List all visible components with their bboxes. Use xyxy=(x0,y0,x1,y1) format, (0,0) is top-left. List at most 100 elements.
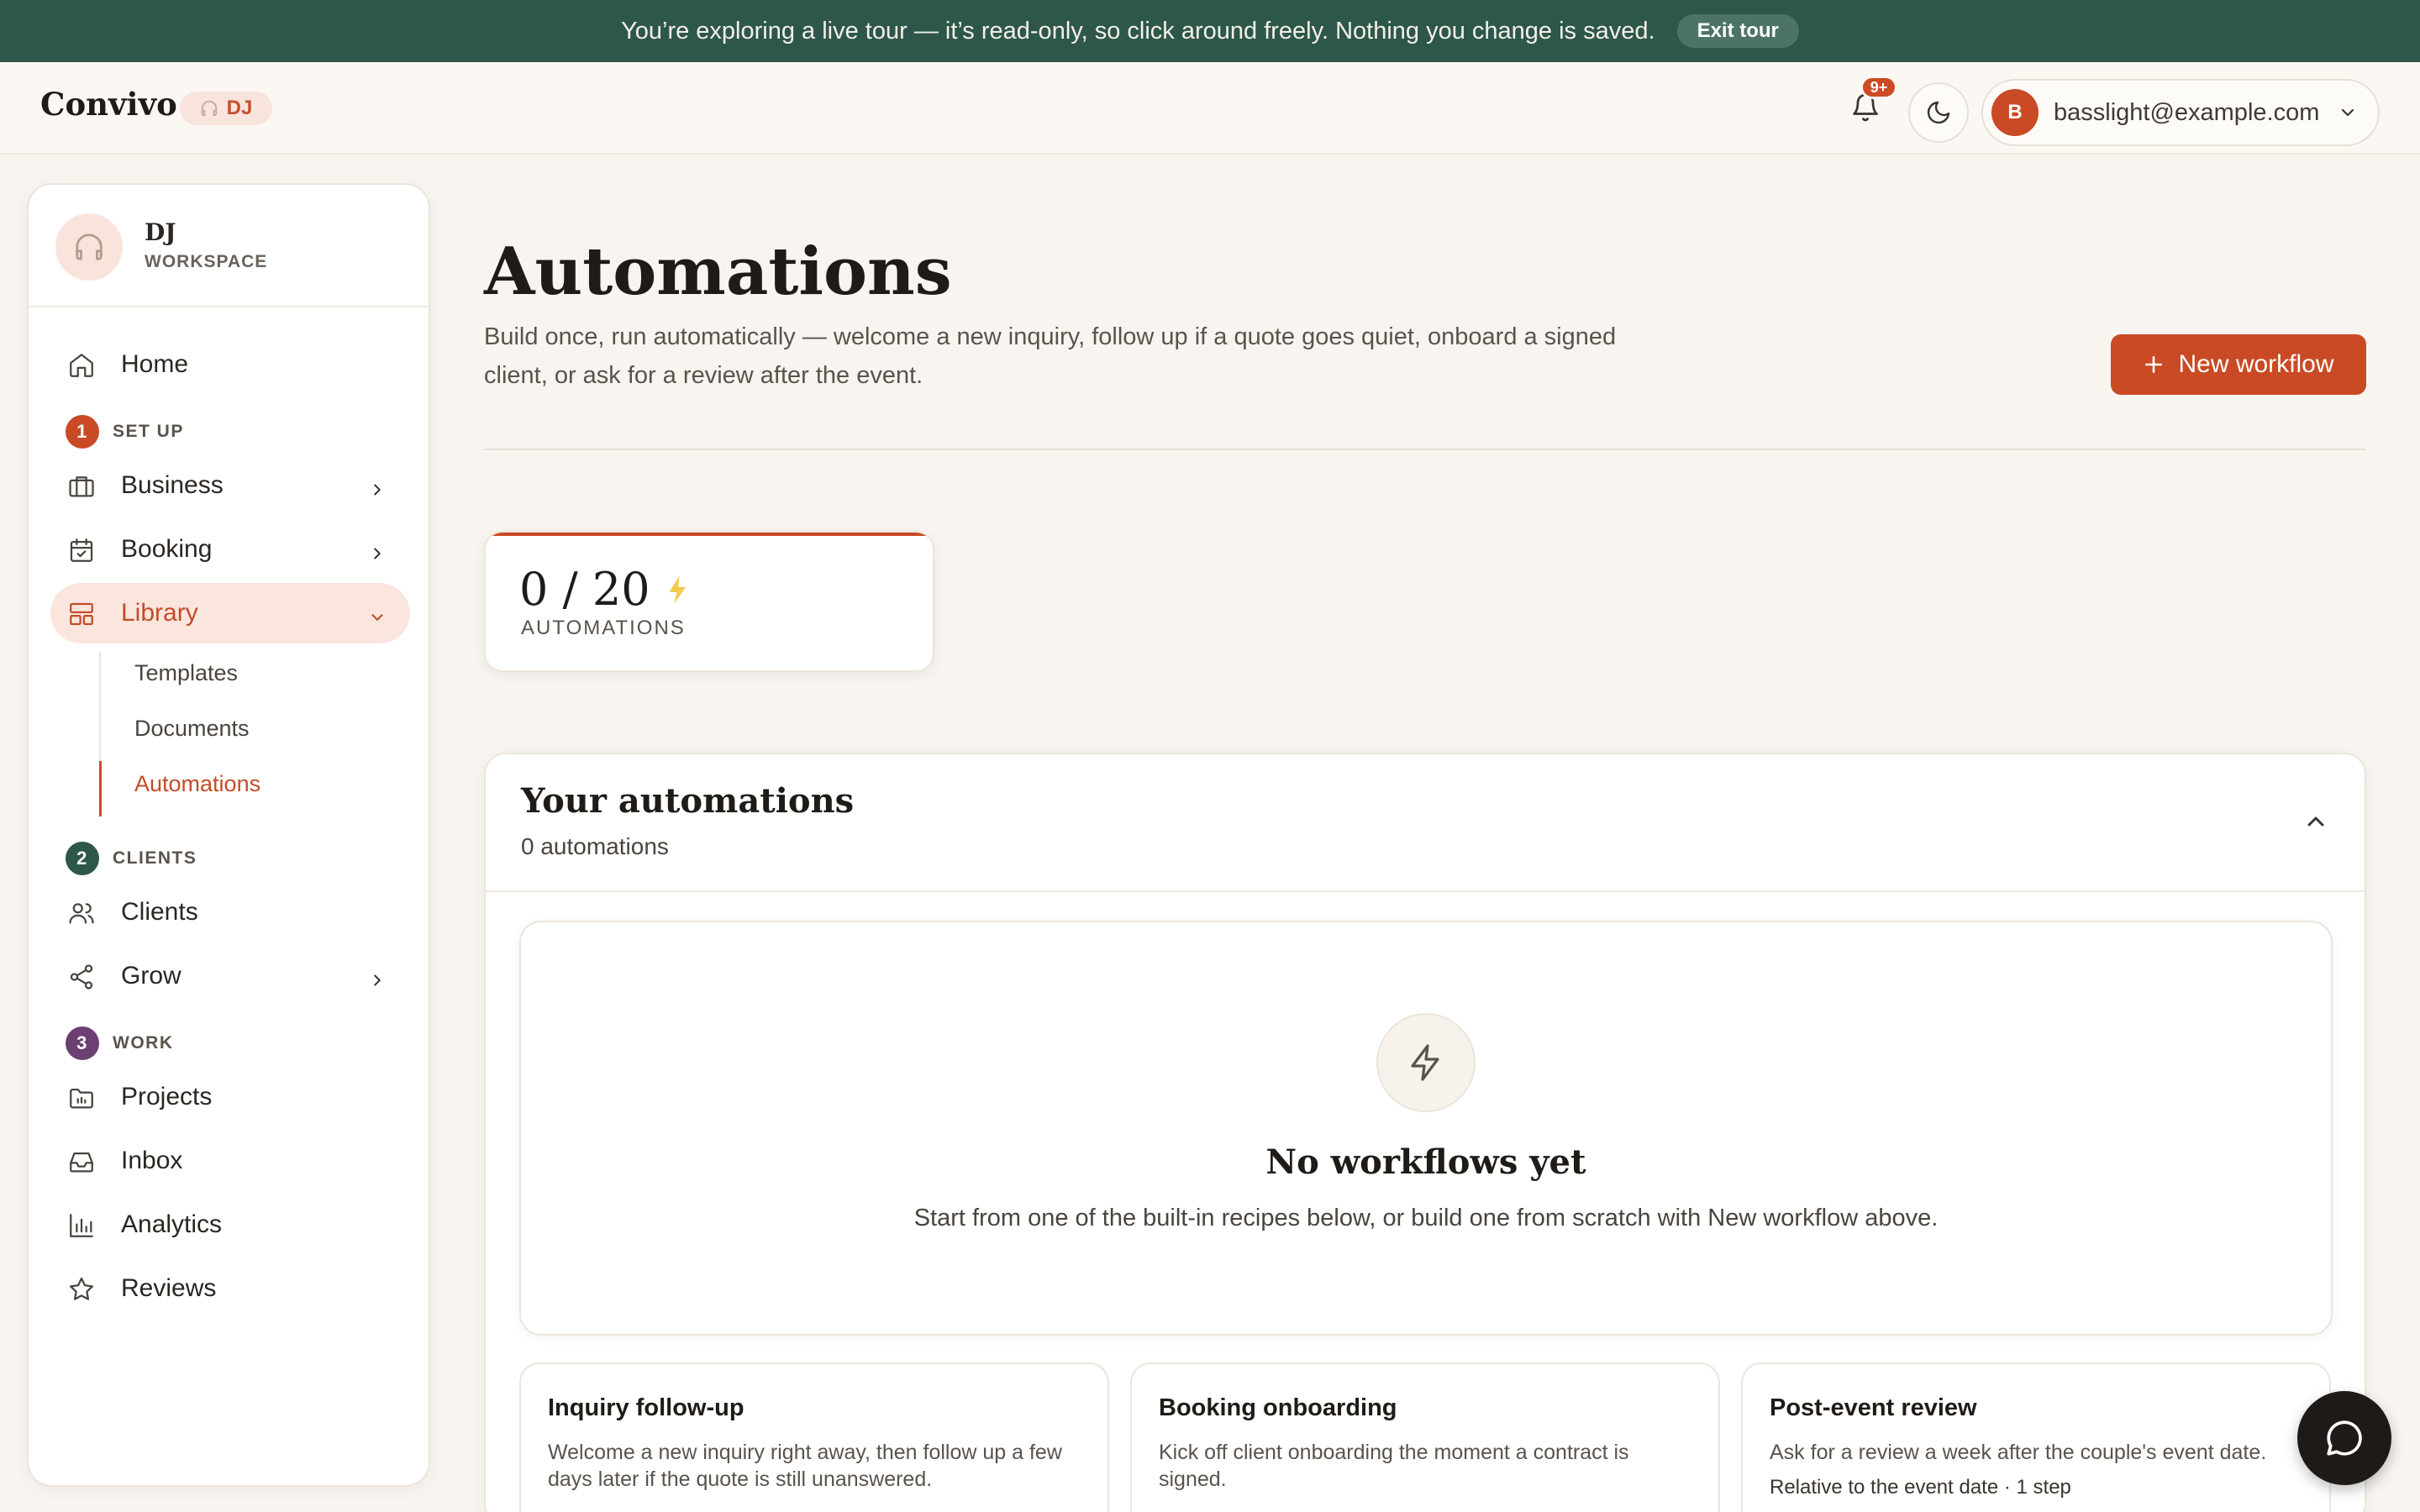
workspace-subtitle: WORKSPACE xyxy=(145,252,268,271)
account-menu[interactable]: B basslight@example.com xyxy=(1981,79,2380,146)
sidebar: DJ WORKSPACE Home 1 SET UP Business Book… xyxy=(27,183,430,1487)
sidebar-item-label: Clients xyxy=(121,898,198,926)
sidebar-item-projects[interactable]: Projects xyxy=(50,1067,410,1127)
sidebar-item-label: Analytics xyxy=(121,1210,223,1238)
workspace-chip[interactable]: DJ xyxy=(180,92,272,125)
headphones-icon xyxy=(201,100,217,117)
empty-state-title: No workflows yet xyxy=(1265,1142,1586,1182)
page-description: Build once, run automatically — welcome … xyxy=(484,323,1617,389)
recipe-title: Inquiry follow-up xyxy=(548,1394,744,1421)
moon-icon xyxy=(1927,101,1950,124)
collapse-button[interactable] xyxy=(2302,808,2329,835)
recipe-card[interactable]: Post-event review Ask for a review a wee… xyxy=(1741,1362,2331,1512)
recipe-card[interactable]: Inquiry follow-up Welcome a new inquiry … xyxy=(519,1362,1109,1512)
recipe-description: Kick off client onboarding the moment a … xyxy=(1159,1441,1629,1491)
chevron-right-icon xyxy=(368,968,387,986)
sidebar-item-analytics[interactable]: Analytics xyxy=(50,1194,410,1255)
sidebar-item-inbox[interactable]: Inbox xyxy=(50,1131,410,1191)
exit-tour-button[interactable]: Exit tour xyxy=(1676,14,1799,48)
recipe-card[interactable]: Booking onboarding Kick off client onboa… xyxy=(1130,1362,1720,1512)
inbox-icon xyxy=(67,1147,96,1176)
bar-chart-icon xyxy=(67,1211,96,1240)
submenu-active-indicator xyxy=(99,761,102,816)
section-work: 3 WORK xyxy=(66,1026,174,1060)
chevron-down-icon xyxy=(368,605,387,623)
new-workflow-label: New workflow xyxy=(2178,350,2334,378)
new-workflow-button[interactable]: New workflow xyxy=(2111,334,2366,395)
section-label: SET UP xyxy=(113,422,184,441)
recipe-title: Post-event review xyxy=(1770,1394,1977,1421)
workspace-chip-label: DJ xyxy=(226,97,253,119)
chevron-up-icon xyxy=(2307,816,2324,827)
sidebar-item-label: Projects xyxy=(121,1083,213,1110)
calendar-check-icon xyxy=(67,536,96,564)
recipe-description: Ask for a review a week after the couple… xyxy=(1770,1441,2267,1464)
theme-toggle-button[interactable] xyxy=(1908,82,1969,143)
layout-icon xyxy=(67,600,96,628)
sidebar-item-label: Grow xyxy=(121,962,182,990)
sidebar-item-clients[interactable]: Clients xyxy=(50,882,410,942)
chevron-right-icon xyxy=(368,477,387,496)
sidebar-item-booking[interactable]: Booking xyxy=(50,519,410,580)
headphones-icon xyxy=(76,234,103,260)
tour-banner: You’re exploring a live tour — it’s read… xyxy=(0,0,2420,62)
lightning-icon xyxy=(669,575,686,603)
section-clients: 2 CLIENTS xyxy=(66,842,197,875)
sidebar-item-label: Inbox xyxy=(121,1147,183,1174)
step-badge: 3 xyxy=(66,1026,99,1060)
chat-bubble-icon xyxy=(2327,1420,2362,1456)
notification-badge: 9+ xyxy=(1860,76,1897,99)
automation-quota-card: 0 / 20 AUTOMATIONS xyxy=(484,531,934,672)
card-accent-bar xyxy=(486,533,933,536)
quota-label: AUTOMATIONS xyxy=(521,617,686,639)
panel-header[interactable]: Your automations 0 automations xyxy=(486,754,2365,892)
empty-state-description: Start from one of the built-in recipes b… xyxy=(913,1205,1939,1231)
section-label: CLIENTS xyxy=(113,848,197,868)
empty-state-icon xyxy=(1376,1013,1476,1112)
submenu-item-automations[interactable]: Automations xyxy=(134,771,260,797)
sidebar-item-label: Reviews xyxy=(121,1274,217,1302)
briefcase-icon xyxy=(67,472,96,501)
sidebar-item-label: Business xyxy=(121,471,224,499)
panel-count: 0 automations xyxy=(521,833,669,859)
workspace-name: DJ xyxy=(145,218,176,246)
brand-logo[interactable]: Convivo xyxy=(40,86,177,123)
step-badge: 2 xyxy=(66,842,99,875)
share-icon xyxy=(67,963,96,991)
step-badge: 1 xyxy=(66,415,99,449)
sidebar-item-business[interactable]: Business xyxy=(50,455,410,516)
recipe-description: Welcome a new inquiry right away, then f… xyxy=(548,1441,1062,1491)
workspace-header[interactable]: DJ WORKSPACE xyxy=(29,185,429,307)
lightning-icon xyxy=(1411,1044,1439,1081)
sidebar-item-grow[interactable]: Grow xyxy=(50,946,410,1006)
top-bar: Convivo DJ 9+ B basslight@example.com xyxy=(0,62,2420,155)
recipe-meta: Relative to the event date · 1 step xyxy=(1770,1476,2071,1499)
tour-banner-text: You’re exploring a live tour — it’s read… xyxy=(621,17,1655,45)
sidebar-item-reviews[interactable]: Reviews xyxy=(50,1258,410,1319)
chevron-down-icon xyxy=(2341,108,2354,117)
submenu-item-templates[interactable]: Templates xyxy=(134,660,238,686)
submenu-item-documents[interactable]: Documents xyxy=(134,716,250,742)
sidebar-item-home[interactable]: Home xyxy=(50,334,410,395)
users-icon xyxy=(67,899,96,927)
quota-value-text: 0 / 20 xyxy=(519,563,650,616)
sidebar-item-label: Home xyxy=(121,350,189,378)
section-setup: 1 SET UP xyxy=(66,415,184,449)
sidebar-item-label: Library xyxy=(121,599,198,627)
chevron-right-icon xyxy=(368,541,387,559)
home-icon xyxy=(67,351,96,380)
sidebar-item-library[interactable]: Library xyxy=(50,583,410,643)
star-icon xyxy=(67,1275,96,1304)
plus-icon xyxy=(2145,356,2163,373)
panel-title: Your automations xyxy=(521,781,855,821)
avatar: B xyxy=(1991,89,2039,136)
quota-value: 0 / 20 xyxy=(519,563,691,616)
recipe-title: Booking onboarding xyxy=(1159,1394,1397,1421)
empty-state: No workflows yet Start from one of the b… xyxy=(519,921,2333,1336)
sidebar-item-label: Booking xyxy=(121,535,213,563)
account-email: basslight@example.com xyxy=(2054,98,2320,126)
folder-icon xyxy=(67,1084,96,1112)
chat-button[interactable] xyxy=(2297,1391,2391,1485)
automations-panel: Your automations 0 automations No workfl… xyxy=(484,753,2366,1512)
workspace-avatar xyxy=(55,213,123,281)
